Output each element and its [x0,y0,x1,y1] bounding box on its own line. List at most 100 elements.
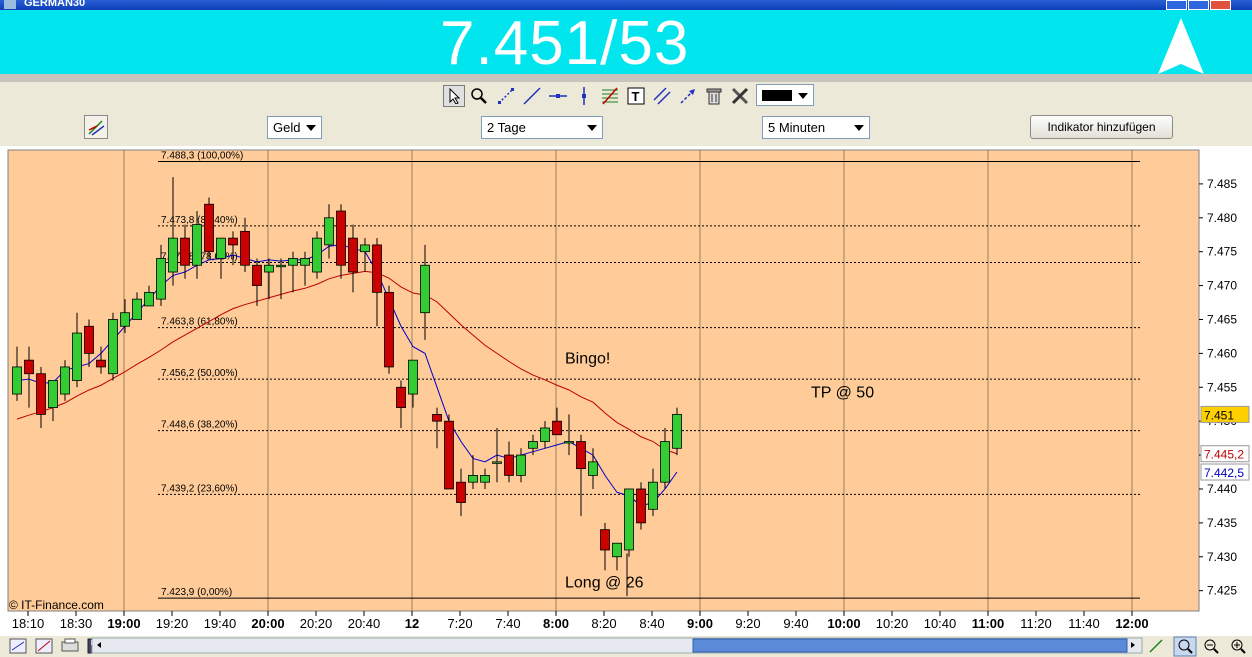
zoom-out-icon[interactable] [1204,639,1219,654]
fib-level-label: 7.423,9 (0,00%) [161,587,232,598]
pointer-icon[interactable] [443,85,465,107]
candle-up [564,441,574,444]
candle-down [372,244,382,293]
x-tick-label: 20:40 [348,616,381,631]
window-title: GERMAN30 [24,0,86,9]
candle-up [624,488,634,551]
x-tick-label: 12 [405,616,419,631]
candle-down [24,359,34,375]
x-tick-label: 7:20 [447,616,472,631]
minimize-button[interactable] [1166,0,1187,10]
x-tick-label: 20:20 [300,616,333,631]
candle-down [444,420,454,490]
horizontal-scrollbar[interactable] [91,637,1143,654]
x-tick-label: 9:40 [783,616,808,631]
app-icon [4,0,16,9]
zoom-fit-icon[interactable] [1173,636,1197,657]
candle-up [216,237,226,259]
print-icon[interactable] [61,638,79,652]
range-select[interactable]: 2 Tage [481,116,603,139]
fibonacci-icon[interactable] [599,85,621,107]
tools-icon[interactable] [729,85,751,107]
candle-up [264,264,274,273]
scrollbar-thumb[interactable] [692,638,1128,653]
chevron-down-icon [587,125,597,131]
horizontal-line-icon[interactable] [547,85,569,107]
y-tick-label: 7.460 [1207,346,1237,360]
candle-down [228,237,238,246]
candle-up [528,441,538,449]
candle-down [636,488,646,524]
candle-up [312,237,322,273]
candle-down [84,325,94,354]
candle-up [468,475,478,483]
x-tick-label: 8:20 [591,616,616,631]
drawing-toolbar: T [0,82,1252,111]
candle-up [360,244,370,253]
candle-up [648,481,658,510]
candle-up [660,441,670,483]
close-button[interactable] [1210,0,1231,10]
candle-down [96,359,106,368]
color-swatch [762,90,792,101]
vertical-line-icon[interactable] [573,85,595,107]
candle-down [600,529,610,551]
fib-level-label: 7.456,2 (50,00%) [161,368,238,379]
line-icon[interactable] [521,85,543,107]
up-arrow-icon [1158,18,1204,74]
chart-annotation: TP @ 50 [811,384,874,401]
y-tick-label: 7.465 [1207,312,1237,326]
candle-up [120,312,130,327]
candle-down [180,237,190,266]
text-icon[interactable]: T [625,85,647,107]
candle-down [504,454,514,476]
x-tick-label: 9:00 [687,616,713,631]
add-indicator-button[interactable]: Indikator hinzufügen [1030,115,1173,139]
price-chart[interactable]: 18:10 18:30 19:00 19:20 19:40 20:00 20:20 20:40… [0,146,1252,636]
y-tick-label: 7.455 [1207,380,1237,394]
candle-up [276,264,286,268]
trendline-icon[interactable] [495,85,517,107]
splitter[interactable] [0,74,1252,82]
x-tick-label: 12:00 [1115,616,1148,631]
chart-type-icon[interactable] [9,638,27,654]
y-tick-label: 7.485 [1207,177,1237,191]
indicator-chart-icon[interactable] [84,115,108,139]
candle-up [156,258,166,300]
x-tick-label: 11:40 [1068,616,1100,631]
candle-up [192,224,202,266]
x-tick-label: 8:00 [543,616,569,631]
zoom-in-icon[interactable] [1231,639,1246,654]
indicator-small-icon[interactable] [1149,639,1163,653]
draw-icon[interactable] [35,638,53,654]
x-tick-label: 19:00 [107,616,140,631]
watermark: © IT-Finance.com [9,598,104,612]
x-tick-label: 20:00 [251,616,284,631]
chevron-down-icon [854,125,864,131]
arrows-icon[interactable] [677,85,699,107]
candle-down [36,373,46,415]
x-tick-label: 18:10 [12,616,45,631]
x-tick-label: 19:40 [204,616,237,631]
candle-down [252,264,262,286]
chart-area[interactable]: 18:10 18:30 19:00 19:20 19:40 20:00 20:20 20:40… [0,146,1252,657]
chart-annotation: Bingo! [565,351,610,368]
candle-up [60,366,70,395]
chevron-down-icon [798,93,808,99]
chart-settings-bar: Geld 2 Tage 5 Minuten Indikator hinzufüg… [0,110,1252,147]
x-tick-label: 11:20 [1020,616,1052,631]
y-tick-label: 7.475 [1207,245,1237,259]
candle-down [336,210,346,266]
candle-up [72,332,82,381]
line-color-picker[interactable] [756,84,814,106]
interval-value: 5 Minuten [768,120,826,135]
interval-select[interactable]: 5 Minuten [762,116,870,139]
channel-icon[interactable] [651,85,673,107]
y-tick-label: 7.430 [1207,550,1237,564]
maximize-button[interactable] [1188,0,1209,10]
price-type-select[interactable]: Geld [267,116,322,139]
zoom-icon[interactable] [468,85,490,107]
trash-icon[interactable] [703,85,725,107]
candle-up [672,413,682,449]
candle-up [612,542,622,558]
